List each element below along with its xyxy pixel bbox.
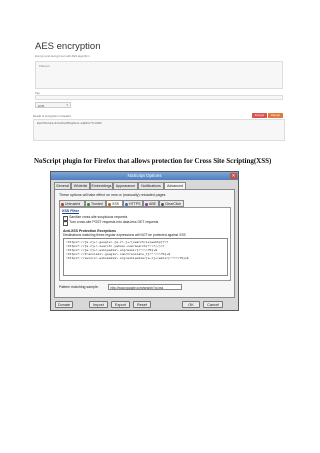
ok-button[interactable]: OK xyxy=(182,301,200,308)
advanced-panel: These options will take effect on new or… xyxy=(54,189,235,298)
mode-select[interactable]: ECB ▾ xyxy=(35,102,71,108)
figure-caption: NoScript plugin for Firefox that allows … xyxy=(34,157,272,165)
subtab-xss[interactable]: XSS xyxy=(106,200,123,207)
subtab-label: Trusted xyxy=(91,202,103,206)
export-button-label: Export xyxy=(115,303,126,308)
tab-whitelist[interactable]: Whitelist xyxy=(71,182,90,189)
tab-appearance[interactable]: Appearance xyxy=(113,182,138,189)
aes-page-title: AES encryption xyxy=(35,41,101,52)
xss-filter-heading: XSS Filter xyxy=(62,209,79,213)
result-value: Eqwl7hKAdn2+6rtCubhpNl5UpjE14L+x4jE6zo7T… xyxy=(37,122,103,125)
cancel-button-label: Cancel xyxy=(207,303,219,308)
tab-embeddings[interactable]: Embeddings xyxy=(90,182,113,189)
decrypt-button-label: Decrypt xyxy=(271,113,280,117)
post-to-get-checkbox-label: Turn cross-site POST requests into data-… xyxy=(69,220,159,224)
abe-icon xyxy=(145,202,148,206)
post-to-get-checkbox[interactable]: ✓ Turn cross-site POST requests into data… xyxy=(63,220,158,226)
subtab-label: ABE xyxy=(149,202,157,206)
checkmark-icon: ✓ xyxy=(63,221,68,226)
dialog-title-bar: NoScript Options ✕ xyxy=(51,172,238,180)
clearclick-icon xyxy=(161,202,164,206)
tab-general[interactable]: General xyxy=(54,182,71,189)
result-label: Result of encryption in base64 xyxy=(33,114,71,118)
trusted-icon xyxy=(87,202,90,206)
donate-button[interactable]: Donate xyxy=(55,301,73,308)
subtab-untrusted[interactable]: Untrusted xyxy=(59,200,85,207)
result-output[interactable]: Eqwl7hKAdn2+6rtCubhpNl5UpjE14L+x4jE6zo7T… xyxy=(33,119,285,141)
aes-page-subtitle: Encrypt and decrypt text with AES algori… xyxy=(35,54,90,58)
plaintext-textarea[interactable]: Plaintext xyxy=(35,61,283,89)
xss-filter-group: XSS Filter ✓ Sanitize cross-site suspicio… xyxy=(59,207,231,281)
subtab-https[interactable]: HTTPS xyxy=(123,200,143,207)
exception-line: ^https?://secure\.wikimedia\.org/wikiped… xyxy=(66,256,189,260)
cancel-button[interactable]: Cancel xyxy=(203,301,223,308)
key-input[interactable] xyxy=(35,95,283,100)
xss-icon xyxy=(108,202,111,206)
tab-label: Appearance xyxy=(115,184,136,188)
tab-label: Notifications xyxy=(141,184,161,188)
subtab-clearclick[interactable]: ClearClick xyxy=(159,200,184,207)
dialog-title: NoScript Options xyxy=(127,173,162,178)
decrypt-button[interactable]: Decrypt xyxy=(268,113,283,118)
import-button[interactable]: Import xyxy=(89,301,108,308)
tab-label: Whitelist xyxy=(73,184,88,188)
subtab-trusted[interactable]: Trusted xyxy=(85,200,106,207)
pattern-matching-value: http://www.google.com/search?q=xss xyxy=(110,285,164,290)
exceptions-textarea[interactable]: ^https?://[a-z]+\.google\.[a-z\.]+/(sear… xyxy=(63,238,228,276)
anti-xss-exceptions-description: Destinations matching these regular expr… xyxy=(63,233,186,237)
plaintext-placeholder: Plaintext xyxy=(39,64,50,68)
encrypt-button[interactable]: Encrypt xyxy=(252,113,267,118)
https-icon xyxy=(125,202,128,206)
subtab-label: Untrusted xyxy=(65,202,81,206)
untrusted-icon xyxy=(61,202,64,206)
tab-label: General xyxy=(56,184,69,188)
subtab-label: HTTPS xyxy=(129,202,141,206)
export-button[interactable]: Export xyxy=(111,301,130,308)
sanitize-checkbox-label: Sanitize cross-site suspicious requests xyxy=(69,215,128,219)
noscript-options-dialog: NoScript Options ✕ General Whitelist Emb… xyxy=(50,171,239,311)
aes-encryption-screenshot: AES encryption Encrypt and decrypt text … xyxy=(33,36,285,144)
mode-value: ECB xyxy=(38,103,45,108)
tab-label: Embeddings xyxy=(91,184,112,188)
subtab-label: ClearClick xyxy=(165,202,181,206)
subtab-label: XSS xyxy=(112,202,120,206)
close-icon[interactable]: ✕ xyxy=(230,173,237,179)
chevron-down-icon: ▾ xyxy=(66,103,68,107)
pattern-matching-label: Pattern matching sample: xyxy=(59,285,99,289)
subtab-abe[interactable]: ABE xyxy=(143,200,159,207)
encrypt-button-label: Encrypt xyxy=(255,113,264,117)
reset-button[interactable]: Reset xyxy=(133,301,151,308)
reload-note: These options will take effect on new or… xyxy=(59,193,166,197)
reset-button-label: Reset xyxy=(137,303,147,308)
tab-advanced[interactable]: Advanced xyxy=(164,182,186,189)
ok-button-label: OK xyxy=(188,303,194,308)
import-button-label: Import xyxy=(93,303,104,308)
pattern-matching-input[interactable]: http://www.google.com/search?q=xss xyxy=(108,284,182,290)
tab-label: Advanced xyxy=(167,184,183,188)
donate-button-label: Donate xyxy=(57,303,71,308)
tab-notifications[interactable]: Notifications xyxy=(138,182,164,189)
